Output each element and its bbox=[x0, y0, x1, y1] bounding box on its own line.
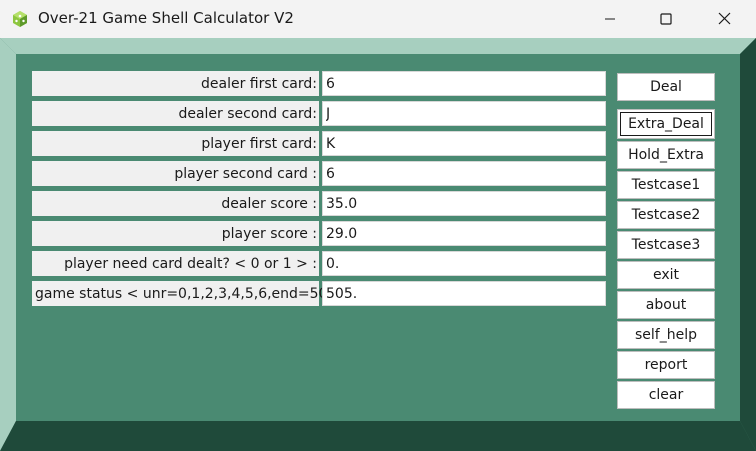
title-bar: Over-21 Game Shell Calculator V2 bbox=[0, 0, 756, 39]
field-label: dealer first card: bbox=[32, 71, 319, 96]
app-icon bbox=[11, 10, 29, 28]
field-label: player need card dealt? < 0 or 1 > : bbox=[32, 251, 319, 276]
dealer-second-card-input[interactable] bbox=[322, 101, 606, 126]
clear-button[interactable]: clear bbox=[617, 381, 715, 409]
exit-button[interactable]: exit bbox=[617, 261, 715, 289]
dealer-score-input[interactable] bbox=[322, 191, 606, 216]
self-help-button[interactable]: self_help bbox=[617, 321, 715, 349]
panel-border bbox=[0, 421, 756, 451]
player-need-card-input[interactable] bbox=[322, 251, 606, 276]
testcase1-button[interactable]: Testcase1 bbox=[617, 171, 715, 199]
extra-deal-button[interactable]: Extra_Deal bbox=[617, 109, 715, 139]
report-button[interactable]: report bbox=[617, 351, 715, 379]
field-label: player second card : bbox=[32, 161, 319, 186]
window-title: Over-21 Game Shell Calculator V2 bbox=[38, 9, 294, 27]
close-icon bbox=[718, 10, 731, 29]
hold-extra-button[interactable]: Hold_Extra bbox=[617, 141, 715, 169]
field-label: game status < unr=0,1,2,3,4,5,6,end=505 … bbox=[32, 281, 357, 306]
player-first-card-input[interactable] bbox=[322, 131, 606, 156]
field-label: dealer second card: bbox=[32, 101, 319, 126]
player-score-input[interactable] bbox=[322, 221, 606, 246]
maximize-icon bbox=[660, 10, 672, 29]
testcase3-button[interactable]: Testcase3 bbox=[617, 231, 715, 259]
field-label: dealer score : bbox=[32, 191, 319, 216]
panel-border bbox=[740, 38, 756, 451]
testcase2-button[interactable]: Testcase2 bbox=[617, 201, 715, 229]
deal-button[interactable]: Deal bbox=[617, 73, 715, 101]
maximize-button[interactable] bbox=[638, 0, 694, 38]
panel-border bbox=[0, 38, 16, 451]
dealer-first-card-input[interactable] bbox=[322, 71, 606, 96]
about-button[interactable]: about bbox=[617, 291, 715, 319]
field-label: player score : bbox=[32, 221, 319, 246]
close-button[interactable] bbox=[696, 0, 752, 38]
panel-border bbox=[0, 38, 756, 54]
minimize-icon bbox=[604, 10, 616, 29]
game-status-input[interactable] bbox=[322, 281, 606, 306]
field-label: player first card: bbox=[32, 131, 319, 156]
player-second-card-input[interactable] bbox=[322, 161, 606, 186]
minimize-button[interactable] bbox=[582, 0, 638, 38]
